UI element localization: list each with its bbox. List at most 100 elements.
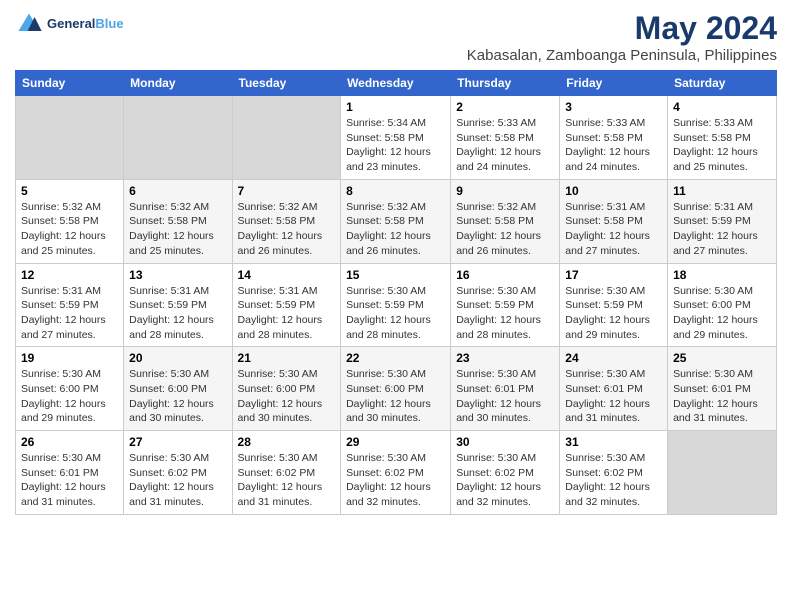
calendar-table: SundayMondayTuesdayWednesdayThursdayFrid…	[15, 70, 777, 515]
day-number: 13	[129, 268, 226, 282]
header-thursday: Thursday	[451, 71, 560, 96]
day-info: Sunrise: 5:30 AMSunset: 5:59 PMDaylight:…	[565, 284, 662, 343]
header-monday: Monday	[124, 71, 232, 96]
calendar-cell: 19Sunrise: 5:30 AMSunset: 6:00 PMDayligh…	[16, 347, 124, 431]
day-number: 3	[565, 100, 662, 114]
calendar-cell: 31 Sunrise: 5:30 AMSunset: 6:02 PMDayligh…	[560, 431, 668, 515]
calendar-cell: 23 Sunrise: 5:30 AMSunset: 6:01 PMDayligh…	[451, 347, 560, 431]
day-number: 25	[673, 351, 771, 365]
day-info: Sunrise: 5:33 AMSunset: 5:58 PMDaylight:…	[456, 116, 554, 175]
day-info: Sunrise: 5:30 AMSunset: 5:59 PMDaylight:…	[346, 284, 445, 343]
day-info: Sunrise: 5:31 AMSunset: 5:59 PMDaylight:…	[238, 284, 336, 343]
calendar-cell: 10Sunrise: 5:31 AMSunset: 5:58 PMDayligh…	[560, 179, 668, 263]
day-number: 7	[238, 184, 336, 198]
calendar-cell: 7 Sunrise: 5:32 AMSunset: 5:58 PMDaylight…	[232, 179, 341, 263]
day-info: Sunrise: 5:30 AMSunset: 6:00 PMDaylight:…	[129, 367, 226, 426]
calendar-cell: 22 Sunrise: 5:30 AMSunset: 6:00 PMDayligh…	[341, 347, 451, 431]
day-number: 17	[565, 268, 662, 282]
calendar-cell: 15 Sunrise: 5:30 AMSunset: 5:59 PMDayligh…	[341, 263, 451, 347]
calendar-week-row: 19Sunrise: 5:30 AMSunset: 6:00 PMDayligh…	[16, 347, 777, 431]
day-info: Sunrise: 5:30 AMSunset: 6:02 PMDaylight:…	[346, 451, 445, 510]
day-number: 26	[21, 435, 118, 449]
day-number: 22	[346, 351, 445, 365]
calendar-week-row: 1 Sunrise: 5:34 AMSunset: 5:58 PMDaylight…	[16, 96, 777, 180]
day-info: Sunrise: 5:32 AMSunset: 5:58 PMDaylight:…	[346, 200, 445, 259]
day-number: 18	[673, 268, 771, 282]
day-info: Sunrise: 5:34 AMSunset: 5:58 PMDaylight:…	[346, 116, 445, 175]
day-info: Sunrise: 5:31 AMSunset: 5:59 PMDaylight:…	[21, 284, 118, 343]
day-number: 23	[456, 351, 554, 365]
calendar-cell: 8 Sunrise: 5:32 AMSunset: 5:58 PMDaylight…	[341, 179, 451, 263]
calendar-cell: 1 Sunrise: 5:34 AMSunset: 5:58 PMDaylight…	[341, 96, 451, 180]
day-info: Sunrise: 5:30 AMSunset: 5:59 PMDaylight:…	[456, 284, 554, 343]
logo: GeneralBlue	[15, 10, 124, 38]
day-number: 20	[129, 351, 226, 365]
header-saturday: Saturday	[668, 71, 777, 96]
calendar-cell: 12 Sunrise: 5:31 AMSunset: 5:59 PMDayligh…	[16, 263, 124, 347]
calendar-cell	[668, 431, 777, 515]
calendar-cell: 21Sunrise: 5:30 AMSunset: 6:00 PMDayligh…	[232, 347, 341, 431]
day-number: 21	[238, 351, 336, 365]
day-info: Sunrise: 5:30 AMSunset: 6:01 PMDaylight:…	[673, 367, 771, 426]
header-wednesday: Wednesday	[341, 71, 451, 96]
day-info: Sunrise: 5:30 AMSunset: 6:02 PMDaylight:…	[565, 451, 662, 510]
calendar-cell: 11 Sunrise: 5:31 AMSunset: 5:59 PMDayligh…	[668, 179, 777, 263]
calendar-cell: 14 Sunrise: 5:31 AMSunset: 5:59 PMDayligh…	[232, 263, 341, 347]
calendar-cell: 9 Sunrise: 5:32 AMSunset: 5:58 PMDaylight…	[451, 179, 560, 263]
header-friday: Friday	[560, 71, 668, 96]
calendar-cell: 28 Sunrise: 5:30 AMSunset: 6:02 PMDayligh…	[232, 431, 341, 515]
day-info: Sunrise: 5:30 AMSunset: 6:02 PMDaylight:…	[456, 451, 554, 510]
day-number: 12	[21, 268, 118, 282]
calendar-week-row: 5 Sunrise: 5:32 AMSunset: 5:58 PMDaylight…	[16, 179, 777, 263]
calendar-cell: 6 Sunrise: 5:32 AMSunset: 5:58 PMDaylight…	[124, 179, 232, 263]
sub-title: Kabasalan, Zamboanga Peninsula, Philippi…	[467, 47, 777, 64]
day-info: Sunrise: 5:30 AMSunset: 6:01 PMDaylight:…	[21, 451, 118, 510]
day-number: 24	[565, 351, 662, 365]
day-info: Sunrise: 5:30 AMSunset: 6:00 PMDaylight:…	[673, 284, 771, 343]
day-number: 2	[456, 100, 554, 114]
day-number: 4	[673, 100, 771, 114]
header-sunday: Sunday	[16, 71, 124, 96]
calendar-cell: 5 Sunrise: 5:32 AMSunset: 5:58 PMDaylight…	[16, 179, 124, 263]
logo-text: GeneralBlue	[47, 17, 124, 31]
day-info: Sunrise: 5:32 AMSunset: 5:58 PMDaylight:…	[456, 200, 554, 259]
day-info: Sunrise: 5:33 AMSunset: 5:58 PMDaylight:…	[673, 116, 771, 175]
calendar-cell: 26 Sunrise: 5:30 AMSunset: 6:01 PMDayligh…	[16, 431, 124, 515]
main-title: May 2024	[467, 10, 777, 47]
calendar-cell: 17 Sunrise: 5:30 AMSunset: 5:59 PMDayligh…	[560, 263, 668, 347]
day-number: 6	[129, 184, 226, 198]
calendar-cell	[124, 96, 232, 180]
day-info: Sunrise: 5:30 AMSunset: 6:01 PMDaylight:…	[456, 367, 554, 426]
calendar-header-row: SundayMondayTuesdayWednesdayThursdayFrid…	[16, 71, 777, 96]
day-number: 11	[673, 184, 771, 198]
day-number: 30	[456, 435, 554, 449]
day-number: 27	[129, 435, 226, 449]
day-number: 10	[565, 184, 662, 198]
day-number: 1	[346, 100, 445, 114]
calendar-cell: 29 Sunrise: 5:30 AMSunset: 6:02 PMDayligh…	[341, 431, 451, 515]
calendar-cell: 25 Sunrise: 5:30 AMSunset: 6:01 PMDayligh…	[668, 347, 777, 431]
calendar-cell	[232, 96, 341, 180]
day-info: Sunrise: 5:31 AMSunset: 5:59 PMDaylight:…	[129, 284, 226, 343]
day-number: 9	[456, 184, 554, 198]
calendar-cell: 3 Sunrise: 5:33 AMSunset: 5:58 PMDaylight…	[560, 96, 668, 180]
day-number: 15	[346, 268, 445, 282]
day-number: 28	[238, 435, 336, 449]
calendar-cell: 30 Sunrise: 5:30 AMSunset: 6:02 PMDayligh…	[451, 431, 560, 515]
day-number: 5	[21, 184, 118, 198]
day-number: 8	[346, 184, 445, 198]
day-info: Sunrise: 5:30 AMSunset: 6:00 PMDaylight:…	[346, 367, 445, 426]
day-info: Sunrise: 5:30 AMSunset: 6:02 PMDaylight:…	[238, 451, 336, 510]
day-info: Sunrise: 5:31 AMSunset: 5:59 PMDaylight:…	[673, 200, 771, 259]
day-number: 29	[346, 435, 445, 449]
logo-icon	[15, 10, 43, 38]
day-number: 14	[238, 268, 336, 282]
day-info: Sunrise: 5:32 AMSunset: 5:58 PMDaylight:…	[21, 200, 118, 259]
day-number: 31	[565, 435, 662, 449]
day-info: Sunrise: 5:32 AMSunset: 5:58 PMDaylight:…	[238, 200, 336, 259]
calendar-cell: 18 Sunrise: 5:30 AMSunset: 6:00 PMDayligh…	[668, 263, 777, 347]
calendar-cell: 24Sunrise: 5:30 AMSunset: 6:01 PMDayligh…	[560, 347, 668, 431]
calendar-cell: 13 Sunrise: 5:31 AMSunset: 5:59 PMDayligh…	[124, 263, 232, 347]
day-info: Sunrise: 5:32 AMSunset: 5:58 PMDaylight:…	[129, 200, 226, 259]
day-info: Sunrise: 5:33 AMSunset: 5:58 PMDaylight:…	[565, 116, 662, 175]
